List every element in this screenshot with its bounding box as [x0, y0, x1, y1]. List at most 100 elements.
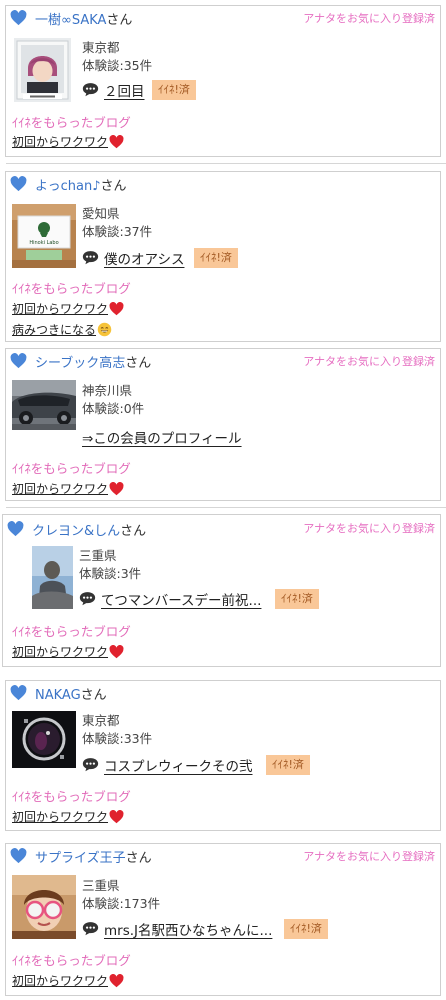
liked-blog-link[interactable]: 初回からワクワク [12, 300, 124, 317]
liked-blog-title[interactable]: 初回からワクワク [12, 645, 108, 659]
honorific: さん [125, 851, 152, 866]
post-title-link[interactable]: ２回目 [104, 80, 145, 100]
heart-icon [10, 10, 27, 26]
honorific: さん [106, 13, 133, 28]
user-card: シーブック高志さん アナタをお気に入り登録済 神奈川県 体験談:0件 ⇒この会員… [5, 348, 441, 501]
liked-blog-link[interactable]: 病みつきになる [12, 321, 112, 338]
review-count: 体験談:0件 [82, 401, 145, 416]
avatar[interactable] [12, 711, 76, 768]
post-row: 僕のオアシス ｲｲﾈ!済 [82, 248, 422, 268]
honorific: さん [120, 524, 147, 539]
card-header: クレヨン&しんさん アナタをお気に入り登録済 [3, 515, 440, 539]
liked-blog-link[interactable]: 初回からワクワク [12, 643, 124, 660]
post-title-link[interactable]: mrs.J名駅西ひなちゃんに... [104, 919, 272, 939]
speech-bubble-icon [82, 758, 99, 772]
user-card: NAKAGさん 東京都 体験談:33件 コスプレウィークその弐 ｲｲﾈ!済 ｲｲ… [5, 680, 441, 831]
review-count: 体験談:173件 [82, 896, 161, 911]
user-card: サプライズ王子さん アナタをお気に入り登録済 三重県 体験談:173件 mrs.… [5, 843, 441, 996]
card-header: NAKAGさん [6, 681, 440, 705]
prefecture: 東京都 [82, 713, 120, 728]
user-name-line[interactable]: NAKAGさん [35, 684, 107, 703]
liked-blog-link[interactable]: 初回からワクワク [12, 133, 124, 150]
user-name-line[interactable]: 一樹∞SAKAさん [35, 9, 132, 28]
iine-badge: ｲｲﾈ!済 [266, 755, 310, 775]
user-meta: 神奈川県 体験談:0件 [82, 382, 144, 418]
liked-blog-title[interactable]: 初回からワクワク [12, 974, 108, 988]
card-header: 一樹∞SAKAさん アナタをお気に入り登録済 [6, 6, 440, 30]
liked-blogs-heading: ｲｲﾈをもらったブログ [12, 115, 131, 130]
user-name-line[interactable]: シーブック高志さん [35, 352, 151, 371]
profile-link[interactable]: ⇒この会員のプロフィール [82, 427, 242, 447]
post-row: コスプレウィークその弐 ｲｲﾈ!済 [82, 755, 422, 775]
avatar[interactable] [14, 38, 71, 102]
review-count: 体験談:3件 [79, 566, 142, 581]
liked-blog-title[interactable]: 初回からワクワク [12, 302, 108, 316]
speech-bubble-icon [82, 251, 99, 265]
divider [6, 507, 446, 508]
review-count: 体験談:33件 [82, 731, 153, 746]
heart-icon [10, 685, 27, 701]
prefecture: 東京都 [82, 40, 120, 55]
liked-blog-link[interactable]: 初回からワクワク [12, 480, 124, 497]
avatar[interactable] [12, 380, 76, 430]
post-title-link[interactable]: コスプレウィークその弐 [104, 755, 253, 775]
user-name[interactable]: よっchan♪ [35, 179, 101, 194]
user-name[interactable]: 一樹∞SAKA [35, 13, 106, 28]
user-name[interactable]: NAKAG [35, 688, 81, 703]
red-heart-emoji [109, 645, 124, 659]
post-row: mrs.J名駅西ひなちゃんに... ｲｲﾈ!済 [82, 919, 432, 939]
liked-blog-link[interactable]: 初回からワクワク [12, 972, 124, 989]
review-count: 体験談:37件 [82, 224, 153, 239]
user-meta: 東京都 体験談:35件 [82, 39, 152, 75]
post-title-link[interactable]: 僕のオアシス [104, 248, 184, 268]
prefecture: 三重県 [79, 548, 117, 563]
liked-blogs-heading: ｲｲﾈをもらったブログ [12, 461, 131, 476]
post-title-link[interactable]: てつマンバースデー前祝... [101, 589, 261, 609]
user-meta: 愛知県 体験談:37件 [82, 205, 152, 241]
liked-blogs-heading: ｲｲﾈをもらったブログ [12, 624, 131, 639]
honorific: さん [100, 179, 127, 194]
prefecture: 三重県 [82, 878, 120, 893]
avatar[interactable] [32, 546, 73, 609]
iine-badge: ｲｲﾈ!済 [194, 248, 238, 268]
user-meta: 三重県 体験談:173件 [82, 877, 160, 913]
liked-blog-link[interactable]: 初回からワクワク [12, 808, 124, 825]
user-meta: 東京都 体験談:33件 [82, 712, 152, 748]
user-card: よっchan♪さん Hinoki Labo 愛知県 体験談:37件 僕のオアシス… [5, 171, 441, 342]
grinning-face-emoji [97, 322, 112, 337]
card-header: サプライズ王子さん アナタをお気に入り登録済 [6, 844, 440, 868]
prefecture: 愛知県 [82, 206, 120, 221]
review-count: 体験談:35件 [82, 58, 153, 73]
user-name-line[interactable]: よっchan♪さん [35, 175, 127, 194]
post-row: ２回目 ｲｲﾈ!済 [82, 80, 422, 100]
heart-icon [10, 848, 27, 864]
user-name[interactable]: クレヨン&しん [32, 524, 120, 539]
user-name[interactable]: シーブック高志 [35, 356, 125, 371]
divider [6, 163, 446, 164]
liked-blog-title[interactable]: 初回からワクワク [12, 810, 108, 824]
red-heart-emoji [109, 974, 124, 988]
speech-bubble-icon [79, 592, 96, 606]
user-card: クレヨン&しんさん アナタをお気に入り登録済 三重県 体験談:3件 てつマンバー… [2, 514, 441, 667]
liked-blog-title[interactable]: 初回からワクワク [12, 482, 108, 496]
user-meta: 三重県 体験談:3件 [79, 547, 141, 583]
card-header: シーブック高志さん アナタをお気に入り登録済 [6, 349, 440, 373]
user-name-line[interactable]: クレヨン&しんさん [32, 520, 146, 539]
user-name-line[interactable]: サプライズ王子さん [35, 847, 152, 866]
iine-badge: ｲｲﾈ!済 [275, 589, 319, 609]
avatar[interactable]: Hinoki Labo [12, 204, 76, 268]
liked-blogs-heading: ｲｲﾈをもらったブログ [12, 953, 131, 968]
red-heart-emoji [109, 302, 124, 316]
card-header: よっchan♪さん [6, 172, 440, 196]
post-row: てつマンバースデー前祝... ｲｲﾈ!済 [79, 589, 429, 609]
user-name[interactable]: サプライズ王子 [35, 851, 126, 866]
liked-blog-title[interactable]: 病みつきになる [12, 323, 96, 337]
iine-badge: ｲｲﾈ!済 [284, 919, 328, 939]
liked-blogs-heading: ｲｲﾈをもらったブログ [12, 789, 131, 804]
liked-blogs-heading: ｲｲﾈをもらったブログ [12, 281, 131, 296]
honorific: さん [80, 688, 107, 703]
liked-blog-title[interactable]: 初回からワクワク [12, 135, 108, 149]
red-heart-emoji [109, 135, 124, 149]
avatar[interactable] [12, 875, 76, 939]
red-heart-emoji [109, 482, 124, 496]
